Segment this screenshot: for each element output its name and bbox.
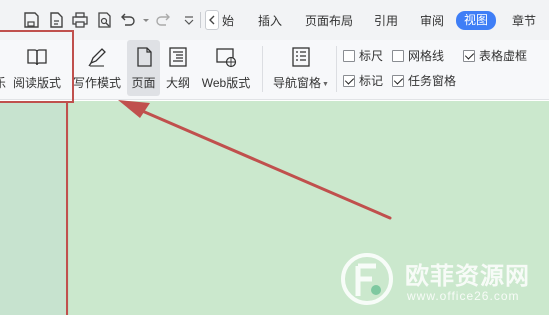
markup-label: 标记 <box>359 74 384 88</box>
write-mode-label: 写作模式 <box>72 76 121 90</box>
task-pane-checkbox[interactable]: 任务窗格 <box>392 73 456 89</box>
checkbox-box <box>392 50 404 62</box>
tab-chapter[interactable]: 章节 <box>512 12 536 30</box>
watermark-title: 欧菲资源网 <box>405 263 530 290</box>
web-page-icon <box>215 46 237 68</box>
tab-review[interactable]: 审阅 <box>420 12 444 30</box>
quick-access-toolbar: 始 插入 页面布局 引用 审阅 视图 章节 <box>0 0 549 40</box>
pen-icon <box>86 46 108 68</box>
view-ribbon: 乐 阅读版式 写作模式 页面 大纲 Web版式 导航窗格▼ 标尺 网格线 表格虚… <box>0 40 549 100</box>
ribbon-separator <box>336 46 337 92</box>
watermark-url: www.office26.com <box>407 289 520 303</box>
nav-pane-label: 导航窗格 <box>273 76 322 90</box>
checkbox-box <box>392 75 404 87</box>
nav-pane-icon <box>290 46 312 68</box>
document-margin <box>0 101 69 315</box>
page-icon <box>133 46 155 68</box>
tab-page-layout[interactable]: 页面布局 <box>305 12 353 30</box>
print-icon[interactable] <box>71 11 89 29</box>
tab-references[interactable]: 引用 <box>374 12 398 30</box>
checkbox-box <box>343 75 355 87</box>
ribbon-separator <box>262 46 263 92</box>
chevron-down-icon: ▼ <box>322 81 329 88</box>
tab-insert[interactable]: 插入 <box>258 12 282 30</box>
save-icon[interactable] <box>22 11 40 29</box>
table-gridlines-checkbox[interactable]: 表格虚框 <box>463 48 527 64</box>
gridlines-label: 网格线 <box>408 49 445 63</box>
markup-checkbox[interactable]: 标记 <box>343 73 383 89</box>
ruler-checkbox[interactable]: 标尺 <box>343 48 383 64</box>
chevron-left-icon <box>209 15 215 25</box>
export-pdf-icon[interactable] <box>47 11 65 29</box>
undo-dropdown-icon[interactable] <box>137 11 149 29</box>
nav-pane-button[interactable]: 导航窗格▼ <box>270 40 332 96</box>
gridlines-checkbox[interactable]: 网格线 <box>392 48 444 64</box>
toolbar-separator <box>200 12 201 28</box>
undo-icon[interactable] <box>119 11 137 29</box>
redo-icon[interactable] <box>154 11 172 29</box>
checkbox-box <box>343 50 355 62</box>
outline-icon <box>167 46 189 68</box>
task-pane-label: 任务窗格 <box>408 74 457 88</box>
annotation-line <box>66 101 68 315</box>
write-mode-button[interactable]: 写作模式 <box>70 40 124 96</box>
page-view-label: 页面 <box>131 76 156 90</box>
tab-view[interactable]: 视图 <box>456 11 497 30</box>
annotation-highlight-box <box>0 30 74 103</box>
outline-view-label: 大纲 <box>165 76 190 90</box>
web-layout-button[interactable]: Web版式 <box>198 40 254 96</box>
watermark-logo <box>341 253 393 305</box>
ruler-label: 标尺 <box>359 49 384 63</box>
customize-toolbar-icon[interactable] <box>180 11 194 29</box>
tab-scroll-left-button[interactable] <box>205 10 219 30</box>
checkbox-box <box>463 50 475 62</box>
print-preview-icon[interactable] <box>95 11 113 29</box>
tab-home[interactable]: 始 <box>222 12 234 30</box>
page-view-button[interactable]: 页面 <box>127 40 160 96</box>
outline-view-button[interactable]: 大纲 <box>162 40 194 96</box>
web-layout-label: Web版式 <box>201 76 251 90</box>
table-gridlines-label: 表格虚框 <box>479 49 528 63</box>
